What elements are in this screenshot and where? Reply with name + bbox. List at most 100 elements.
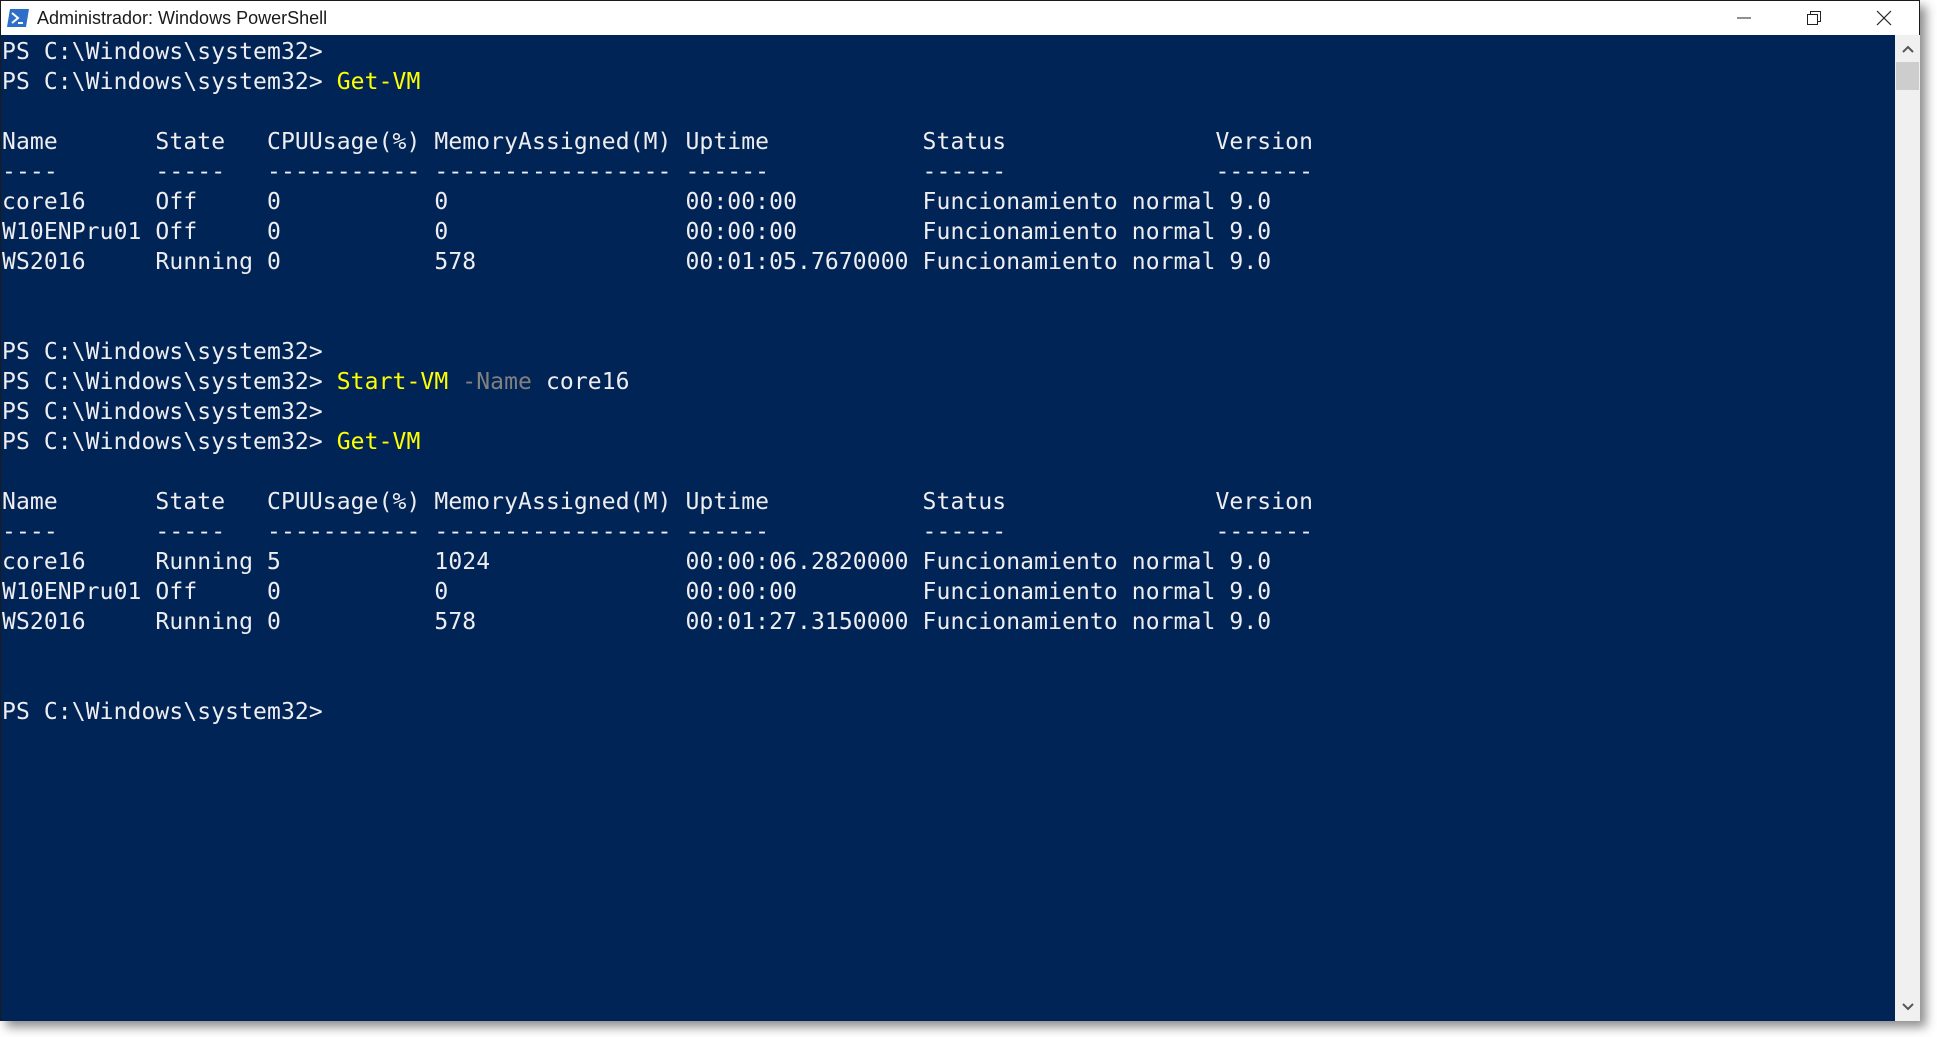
table-cell: Funcionamiento normal [922, 609, 1230, 635]
prompt-text: PS C:\Windows\system32> [2, 39, 337, 65]
table-cell: CPUUsage(%) [267, 489, 435, 515]
scrollbar-thumb[interactable] [1896, 62, 1919, 90]
prompt-line: PS C:\Windows\system32> Get-VM [2, 67, 1895, 97]
table-cell: Off [155, 189, 267, 215]
table-cell: Running [155, 549, 267, 575]
table-cell: Version [1215, 129, 1314, 155]
table-cell: ------ [922, 159, 1216, 185]
table-cell: ----------- [267, 519, 435, 545]
console-output[interactable]: PS C:\Windows\system32> PS C:\Windows\sy… [1, 35, 1895, 1021]
table-cell: Uptime [685, 489, 923, 515]
table-separator-row: ---- ----- ----------- -----------------… [2, 517, 1895, 547]
restore-button[interactable] [1779, 1, 1849, 35]
table-row: core16 Running 5 1024 00:00:06.2820000 F… [2, 547, 1895, 577]
chevron-down-icon [1901, 1003, 1914, 1011]
table-cell: 00:00:06.2820000 [685, 549, 923, 575]
table-cell: ----------------- [434, 519, 686, 545]
minimize-icon [1737, 17, 1751, 19]
table-cell: MemoryAssigned(M) [434, 129, 686, 155]
prompt-text: PS C:\Windows\system32> [2, 699, 337, 725]
table-cell: CPUUsage(%) [267, 129, 435, 155]
table-cell: ------- [1215, 159, 1314, 185]
table-cell: 0 [434, 189, 686, 215]
table-cell: ---- [2, 519, 156, 545]
table-cell: Funcionamiento normal [922, 219, 1230, 245]
table-cell: Funcionamiento normal [922, 579, 1230, 605]
table-cell: 578 [434, 609, 686, 635]
parameter-name: -Name [448, 369, 532, 395]
prompt-line: PS C:\Windows\system32> [2, 397, 1895, 427]
table-cell: ----- [155, 159, 267, 185]
table-cell: MemoryAssigned(M) [434, 489, 686, 515]
title-bar[interactable]: Administrador: Windows PowerShell [1, 1, 1919, 35]
table-cell: 578 [434, 249, 686, 275]
table-cell: Funcionamiento normal [922, 189, 1230, 215]
table-cell: 9.0 [1229, 549, 1272, 575]
table-cell: 0 [267, 249, 435, 275]
table-cell: 0 [267, 189, 435, 215]
table-cell: WS2016 [2, 609, 156, 635]
command-text: Get-VM [336, 69, 421, 95]
table-row: core16 Off 0 0 00:00:00 Funcionamiento n… [2, 187, 1895, 217]
prompt-line: PS C:\Windows\system32> [2, 37, 1895, 67]
table-cell: Status [922, 129, 1216, 155]
prompt-line: PS C:\Windows\system32> [2, 337, 1895, 367]
table-cell: 5 [267, 549, 435, 575]
table-cell: State [155, 129, 267, 155]
table-cell: W10ENPru01 [2, 579, 156, 605]
table-cell: Funcionamiento normal [922, 249, 1230, 275]
scroll-down-button[interactable] [1895, 995, 1920, 1019]
table-cell: 9.0 [1229, 609, 1272, 635]
prompt-text: PS C:\Windows\system32> [2, 69, 337, 95]
window-title: Administrador: Windows PowerShell [37, 7, 328, 28]
table-cell: 00:00:00 [685, 189, 923, 215]
table-cell: ------ [922, 519, 1216, 545]
table-row: WS2016 Running 0 578 00:01:05.7670000 Fu… [2, 247, 1895, 277]
table-cell: Name [2, 489, 156, 515]
table-cell: 0 [267, 219, 435, 245]
restore-icon [1807, 11, 1821, 25]
table-cell: Off [155, 579, 267, 605]
vertical-scrollbar[interactable] [1895, 35, 1920, 1021]
table-cell: Name [2, 129, 156, 155]
parameter-value: core16 [532, 369, 630, 395]
table-cell: Uptime [685, 129, 923, 155]
table-cell: Version [1215, 489, 1314, 515]
table-cell: 0 [434, 219, 686, 245]
table-cell: ----------------- [434, 159, 686, 185]
table-cell: ------ [685, 159, 923, 185]
table-cell: 0 [267, 579, 435, 605]
table-cell: 0 [267, 609, 435, 635]
close-button[interactable] [1849, 1, 1919, 35]
table-cell: ------- [1215, 519, 1314, 545]
table-cell: Running [155, 249, 267, 275]
vm-table: Name State CPUUsage(%) MemoryAssigned(M)… [2, 487, 1895, 637]
table-cell: 00:01:27.3150000 [685, 609, 923, 635]
table-cell: 0 [434, 579, 686, 605]
scroll-up-button[interactable] [1895, 37, 1920, 61]
table-cell: Funcionamiento normal [922, 549, 1230, 575]
table-header-row: Name State CPUUsage(%) MemoryAssigned(M)… [2, 127, 1895, 157]
table-header-row: Name State CPUUsage(%) MemoryAssigned(M)… [2, 487, 1895, 517]
table-cell: Off [155, 219, 267, 245]
table-cell: State [155, 489, 267, 515]
minimize-button[interactable] [1709, 1, 1779, 35]
table-cell: ---- [2, 159, 156, 185]
table-cell: 9.0 [1229, 219, 1272, 245]
table-cell: 00:00:00 [685, 579, 923, 605]
prompt-line: PS C:\Windows\system32> [2, 697, 1895, 727]
table-cell: ----------- [267, 159, 435, 185]
table-cell: 9.0 [1229, 189, 1272, 215]
table-row: W10ENPru01 Off 0 0 00:00:00 Funcionamien… [2, 577, 1895, 607]
prompt-text: PS C:\Windows\system32> [2, 429, 337, 455]
table-separator-row: ---- ----- ----------- -----------------… [2, 157, 1895, 187]
chevron-up-icon [1901, 45, 1914, 53]
prompt-line: PS C:\Windows\system32> Get-VM [2, 427, 1895, 457]
table-cell: core16 [2, 549, 156, 575]
table-cell: 9.0 [1229, 249, 1272, 275]
prompt-line: PS C:\Windows\system32> Start-VM -Name c… [2, 367, 1895, 397]
